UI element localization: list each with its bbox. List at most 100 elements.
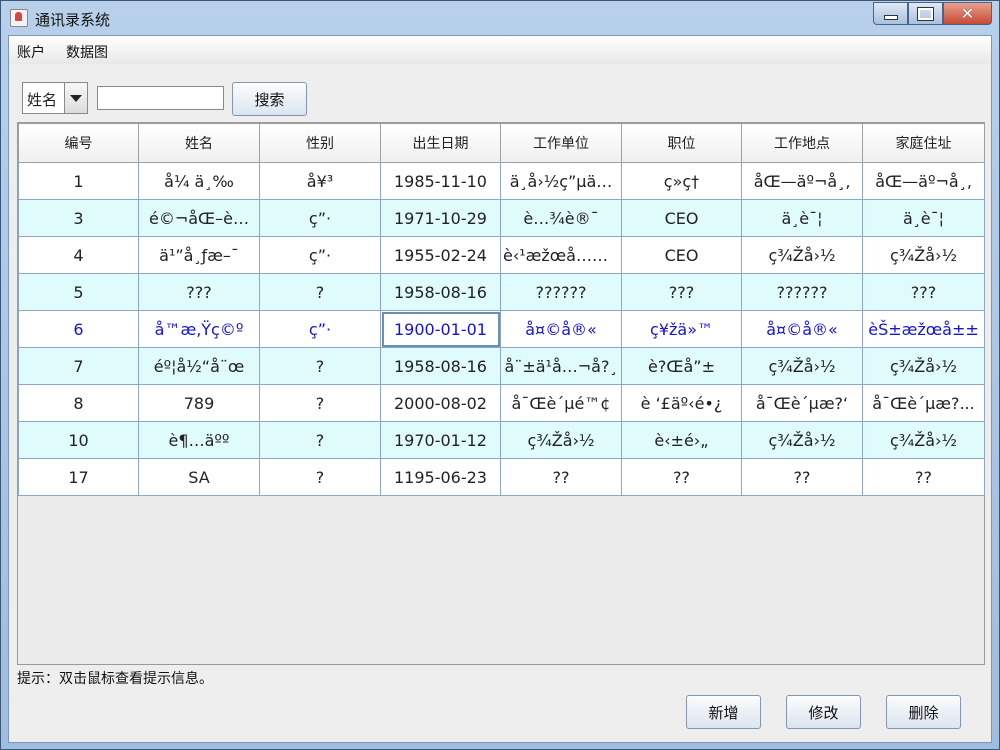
table-cell[interactable]: 3: [18, 199, 139, 237]
table-row[interactable]: 5???? 1958-08-16??????????????????: [18, 273, 985, 311]
table-cell[interactable]: ç¾Žå›½: [741, 236, 863, 274]
table-cell[interactable]: 1970-01-12: [380, 421, 501, 459]
table-cell[interactable]: 789: [138, 384, 260, 422]
table-cell[interactable]: è¶…äºº: [138, 421, 260, 459]
table-cell[interactable]: å¤©å®«: [741, 310, 863, 348]
add-button[interactable]: 新增: [686, 695, 761, 729]
menu-account[interactable]: 账户: [17, 42, 45, 62]
table-cell[interactable]: ç”·: [259, 199, 381, 237]
table-cell[interactable]: 2000-08-02: [380, 384, 501, 422]
table-cell[interactable]: ???: [138, 273, 260, 311]
table-row-selected[interactable]: 6 å­™æ‚Ÿç©º ç”· 1900-01-01 å¤©å®« ç¥žä»™ å¤©å®…: [18, 310, 985, 348]
column-header-position[interactable]: 职位: [621, 123, 742, 163]
table-cell[interactable]: ç¾Žå›½: [862, 347, 985, 385]
table-cell[interactable]: ç¾Žå›½: [500, 421, 622, 459]
table-cell[interactable]: åŒ—äº¬å¸‚: [741, 162, 863, 200]
table-cell[interactable]: 8: [18, 384, 139, 422]
table-cell[interactable]: è‹¹æžœå…¬å¸: [500, 236, 622, 274]
search-input[interactable]: [97, 86, 224, 110]
table-cell[interactable]: ç¾Žå›½: [741, 347, 863, 385]
table-cell[interactable]: å¥³: [259, 162, 381, 200]
table-cell[interactable]: å¨±ä¹å…¬å?¸: [500, 347, 622, 385]
table-cell[interactable]: èŠ±æžœå±±: [862, 310, 985, 348]
table-row[interactable]: 10 è¶…äºº? 1970-01-12 ç¾Žå›½ è‹±é›„ ç¾Žå›½ ç¾Ž…: [18, 421, 985, 459]
table-cell[interactable]: ç¥žä»™: [621, 310, 742, 348]
table-cell[interactable]: CEO: [621, 236, 742, 274]
table-cell[interactable]: éº¦å½“å¨œ: [138, 347, 260, 385]
table-cell[interactable]: 1955-02-24: [380, 236, 501, 274]
column-header-name[interactable]: 姓名: [138, 123, 260, 163]
table-cell[interactable]: ??: [621, 458, 742, 496]
column-header-gender[interactable]: 性别: [259, 123, 381, 163]
table-cell[interactable]: 17: [18, 458, 139, 496]
search-button[interactable]: 搜索: [232, 82, 307, 116]
table-cell[interactable]: ??: [862, 458, 985, 496]
column-header-birthdate[interactable]: 出生日期: [380, 123, 501, 163]
table-cell[interactable]: è‹±é›„: [621, 421, 742, 459]
table-cell[interactable]: 6: [18, 310, 139, 348]
search-field-select[interactable]: 姓名: [22, 82, 88, 114]
table-cell[interactable]: é©¬åŒ–è…: [138, 199, 260, 237]
table-cell[interactable]: ç¾Žå›½: [862, 236, 985, 274]
table-cell[interactable]: å¯Œè´µæ?...: [862, 384, 985, 422]
table-cell[interactable]: ä¹”å¸ƒæ–¯: [138, 236, 260, 274]
table-cell[interactable]: ä¸­å›½ç”µä…: [500, 162, 622, 200]
table-cell[interactable]: 1: [18, 162, 139, 200]
table-cell[interactable]: ç¾Žå›½: [741, 421, 863, 459]
table-cell[interactable]: ??????: [500, 273, 622, 311]
table-cell[interactable]: ???: [621, 273, 742, 311]
table-cell[interactable]: å¤©å®«: [500, 310, 622, 348]
title-bar[interactable]: 通讯录系统 ✕: [1, 1, 999, 35]
table-cell[interactable]: ?: [259, 384, 381, 422]
table-cell[interactable]: CEO: [621, 199, 742, 237]
table-cell[interactable]: 1985-11-10: [380, 162, 501, 200]
table-cell[interactable]: ç”·: [259, 310, 381, 348]
table-cell-focused[interactable]: 1900-01-01: [380, 310, 501, 348]
column-header-home-address[interactable]: 家庭住址: [862, 123, 985, 163]
table-cell[interactable]: 1971-10-29: [380, 199, 501, 237]
table-cell[interactable]: 1195-06-23: [380, 458, 501, 496]
table-cell[interactable]: 7: [18, 347, 139, 385]
table-cell[interactable]: ç”·: [259, 236, 381, 274]
table-cell[interactable]: ç»ç†: [621, 162, 742, 200]
table-row[interactable]: 4 ä¹”å¸ƒæ–¯ ç”· 1955-02-24 è‹¹æžœå…¬å¸ CEO ç¾Ž…: [18, 236, 985, 274]
table-cell[interactable]: ä¸è¯¦: [741, 199, 863, 237]
table-row[interactable]: 1 å¼ ä¸‰ å¥³ 1985-11-10 ä¸­å›½ç”µä… ç»ç† åŒ—äº…: [18, 162, 985, 200]
table-cell[interactable]: SA: [138, 458, 260, 496]
table-cell[interactable]: ?: [259, 347, 381, 385]
table-cell[interactable]: è ‘£äº‹é•¿: [621, 384, 742, 422]
edit-button[interactable]: 修改: [786, 695, 861, 729]
maximize-button[interactable]: [908, 2, 943, 25]
table-cell[interactable]: 4: [18, 236, 139, 274]
table-cell[interactable]: ??: [741, 458, 863, 496]
table-cell[interactable]: è?Œå”±: [621, 347, 742, 385]
table-cell[interactable]: ??????: [741, 273, 863, 311]
table-cell[interactable]: å¯Œè´µæ?‘: [741, 384, 863, 422]
table-cell[interactable]: è…¾è®¯: [500, 199, 622, 237]
table-cell[interactable]: ç¾Žå›½: [862, 421, 985, 459]
table-cell[interactable]: ?: [259, 421, 381, 459]
table-cell[interactable]: å¼ ä¸‰: [138, 162, 260, 200]
table-row[interactable]: 8 789? 2000-08-02 å¯Œè´µé™¢ è ‘£äº‹é•¿ å¯Œè´µ…: [18, 384, 985, 422]
table-cell[interactable]: ??: [500, 458, 622, 496]
table-cell[interactable]: ?: [259, 458, 381, 496]
table-cell[interactable]: ???: [862, 273, 985, 311]
delete-button[interactable]: 删除: [886, 695, 961, 729]
table-cell[interactable]: 1958-08-16: [380, 273, 501, 311]
minimize-button[interactable]: [873, 2, 908, 25]
table-cell[interactable]: å­™æ‚Ÿç©º: [138, 310, 260, 348]
column-header-employer[interactable]: 工作单位: [500, 123, 622, 163]
menu-data-chart[interactable]: 数据图: [66, 42, 108, 62]
table-row[interactable]: 17 SA? 1195-06-23????????: [18, 458, 985, 496]
table-cell[interactable]: åŒ—äº¬å¸‚: [862, 162, 985, 200]
column-header-id[interactable]: 编号: [18, 123, 139, 163]
table-cell[interactable]: å¯Œè´µé™¢: [500, 384, 622, 422]
table-cell[interactable]: ?: [259, 273, 381, 311]
table-cell[interactable]: 10: [18, 421, 139, 459]
chevron-down-icon[interactable]: [64, 83, 87, 113]
table-cell[interactable]: 1958-08-16: [380, 347, 501, 385]
column-header-work-location[interactable]: 工作地点: [741, 123, 863, 163]
table-cell[interactable]: ä¸è¯¦: [862, 199, 985, 237]
table-row[interactable]: 3 é©¬åŒ–è… ç”· 1971-10-29 è…¾è®¯ CEO ä¸è¯¦ ä¸è¯…: [18, 199, 985, 237]
close-button[interactable]: ✕: [943, 2, 992, 25]
